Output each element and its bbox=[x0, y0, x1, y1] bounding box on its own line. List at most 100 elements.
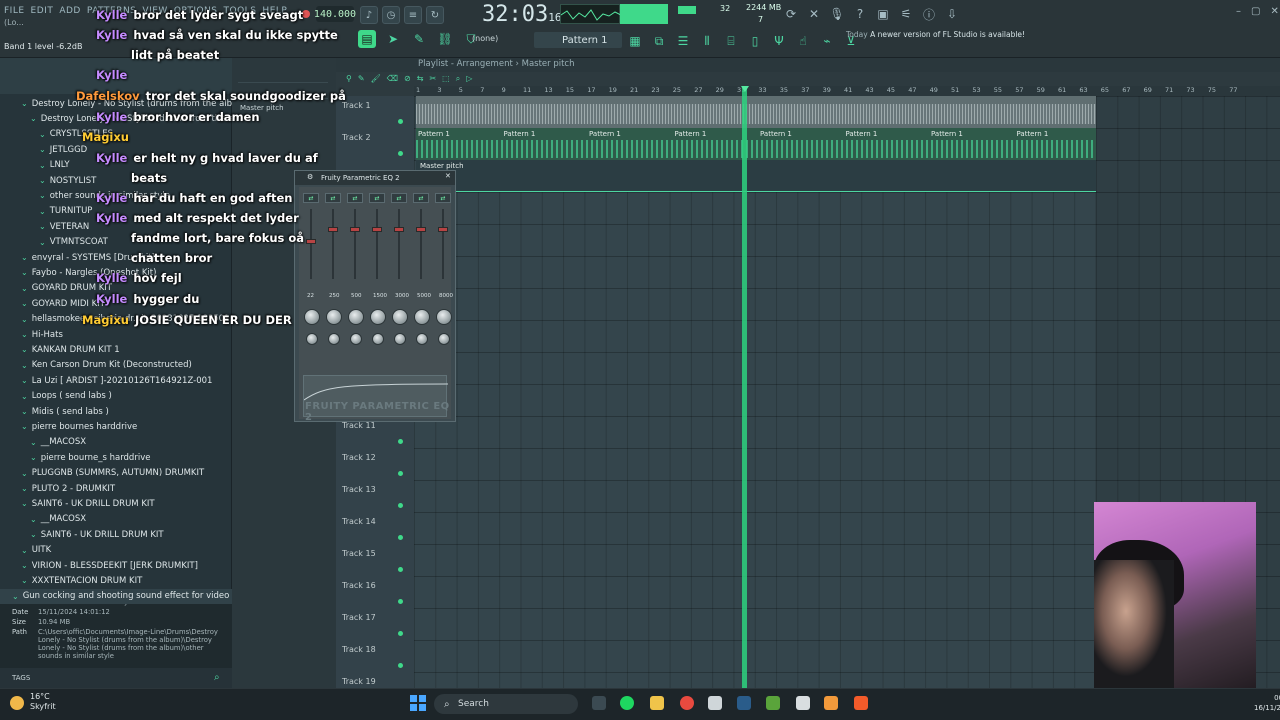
eq-frequency-knob[interactable] bbox=[370, 309, 386, 325]
xbox-icon[interactable] bbox=[708, 696, 722, 710]
eq-fader-handle[interactable] bbox=[350, 227, 360, 232]
menu-edit[interactable]: EDIT bbox=[31, 6, 54, 16]
chevron-down-icon[interactable]: ⌄ bbox=[39, 222, 46, 231]
slip-icon[interactable]: ⇆ bbox=[417, 74, 424, 84]
browser-folder[interactable]: ⌄ XXXTENTACION DRUM KIT bbox=[0, 573, 142, 588]
eq-titlebar[interactable]: ⚙ Fruity Parametric EQ 2 ✕ bbox=[295, 171, 455, 185]
delete-icon[interactable]: ⌫ bbox=[387, 74, 398, 84]
pattern-clip-label[interactable]: Pattern 1 bbox=[846, 130, 878, 138]
chevron-down-icon[interactable]: ⌄ bbox=[39, 130, 46, 139]
track-mute-led[interactable] bbox=[398, 119, 403, 124]
tags-bar[interactable]: TAGS ⌕ bbox=[0, 668, 232, 688]
chevron-down-icon[interactable]: ⌄ bbox=[21, 315, 28, 324]
track-mute-led[interactable] bbox=[398, 631, 403, 636]
track-name[interactable]: Track 14 bbox=[342, 517, 376, 526]
info-icon[interactable]: ⓘ bbox=[920, 5, 938, 23]
chevron-down-icon[interactable]: ⌄ bbox=[21, 561, 28, 570]
chevron-down-icon[interactable]: ⌄ bbox=[21, 284, 28, 293]
browser-folder[interactable]: ⌄ Gun cocking and shooting sound effect f… bbox=[0, 588, 261, 604]
wait-icon[interactable]: ◷ bbox=[382, 6, 400, 24]
clock[interactable]: 00:06 16/11/2026 bbox=[1254, 693, 1280, 713]
chat-username[interactable]: Kylle bbox=[96, 28, 127, 42]
playhead-marker[interactable] bbox=[741, 86, 749, 92]
search-icon[interactable]: ⌕ bbox=[214, 672, 220, 683]
eq-bandwidth-knob[interactable] bbox=[416, 333, 428, 345]
pattern-mode-button[interactable]: ▤ bbox=[358, 30, 376, 48]
browser-folder[interactable]: ⌄ Midis ( send labs ) bbox=[0, 404, 109, 419]
plugin-icon[interactable]: ▯ bbox=[746, 32, 764, 50]
breadcrumb-playlist[interactable]: Playlist - Arrangement bbox=[418, 59, 513, 69]
track-mute-led[interactable] bbox=[398, 535, 403, 540]
news-panel[interactable]: Today A newer version of FL Studio is av… bbox=[846, 30, 1025, 40]
fl-studio-icon[interactable] bbox=[824, 696, 838, 710]
chevron-down-icon[interactable]: ⌄ bbox=[21, 392, 28, 401]
touch-icon[interactable]: ☝ bbox=[794, 32, 812, 50]
track-name[interactable]: Track 13 bbox=[342, 485, 376, 494]
eq-band-type-button[interactable]: ⇄ bbox=[303, 193, 319, 203]
menu-file[interactable]: FILE bbox=[4, 6, 25, 16]
channel-rack-icon[interactable]: ☰ bbox=[674, 32, 692, 50]
browser-folder[interactable]: ⌄ La Uzi [ ARDIST ]-20210126T164921Z-001 bbox=[0, 373, 212, 388]
cable-icon[interactable]: ⌁ bbox=[818, 32, 836, 50]
menu-add[interactable]: ADD bbox=[59, 6, 81, 16]
maximize-icon[interactable]: ▢ bbox=[1251, 6, 1260, 17]
chevron-down-icon[interactable]: ⌄ bbox=[21, 299, 28, 308]
pencil-icon[interactable]: ✎ bbox=[410, 30, 428, 48]
eq-band-type-button[interactable]: ⇄ bbox=[369, 193, 385, 203]
chevron-down-icon[interactable]: ⌄ bbox=[21, 499, 28, 508]
paint-icon[interactable]: 🖌 bbox=[371, 74, 381, 84]
sun-icon[interactable] bbox=[10, 696, 24, 710]
chat-username[interactable]: Kylle bbox=[96, 110, 127, 124]
pattern-clip-label[interactable]: Pattern 1 bbox=[675, 130, 707, 138]
track-mute-led[interactable] bbox=[398, 663, 403, 668]
browser-folder[interactable]: ⌄ SAINT6 - UK DRILL DRUM KIT bbox=[0, 496, 155, 511]
browser-folder[interactable]: ⌄ TURNITUP bbox=[0, 204, 92, 219]
browser-folder[interactable]: ⌄ NOSTYLIST bbox=[0, 173, 96, 188]
track-mute-led[interactable] bbox=[398, 503, 403, 508]
track-mute-led[interactable] bbox=[398, 151, 403, 156]
chevron-down-icon[interactable]: ⌄ bbox=[30, 530, 37, 539]
loop-record-icon[interactable]: ↻ bbox=[426, 6, 444, 24]
eq-fader-handle[interactable] bbox=[306, 239, 316, 244]
chrome-icon[interactable] bbox=[680, 696, 694, 710]
eq-gain-fader[interactable] bbox=[354, 209, 356, 279]
slice-icon[interactable]: ✂ bbox=[429, 74, 436, 84]
eq-frequency-knob[interactable] bbox=[348, 309, 364, 325]
playback-icon[interactable]: ▷ bbox=[466, 74, 472, 84]
zoom-icon[interactable]: ⌕ bbox=[456, 74, 460, 84]
microphone-icon[interactable]: 🎙 bbox=[828, 5, 846, 23]
eq-bandwidth-knob[interactable] bbox=[372, 333, 384, 345]
eq-gain-fader[interactable] bbox=[310, 209, 312, 279]
download-icon[interactable]: ⇩ bbox=[943, 5, 961, 23]
playhead[interactable] bbox=[742, 86, 747, 688]
chevron-down-icon[interactable]: ⌄ bbox=[21, 407, 28, 416]
chat-username[interactable]: Magixu bbox=[82, 313, 129, 327]
chat-username[interactable]: Kylle bbox=[96, 211, 127, 225]
eq-bandwidth-knob[interactable] bbox=[394, 333, 406, 345]
browser-folder[interactable]: ⌄ pierre bourne_s harddrive bbox=[0, 450, 150, 465]
snap-select[interactable]: (none) bbox=[472, 34, 498, 43]
browser-folder[interactable]: ⌄ __MACOSX bbox=[0, 435, 86, 450]
pattern-clip-label[interactable]: Pattern 1 bbox=[760, 130, 792, 138]
browser-folder[interactable]: ⌄ VETERAN bbox=[0, 219, 89, 234]
chevron-down-icon[interactable]: ⌄ bbox=[39, 238, 46, 247]
track-name[interactable]: Track 2 bbox=[342, 133, 371, 142]
eq-fader-handle[interactable] bbox=[328, 227, 338, 232]
help-icon[interactable]: ? bbox=[851, 5, 869, 23]
arrow-right-icon[interactable]: ➤ bbox=[384, 30, 402, 48]
chevron-down-icon[interactable]: ⌄ bbox=[21, 345, 28, 354]
pattern-clip-label[interactable]: Pattern 1 bbox=[1017, 130, 1049, 138]
track-name[interactable]: Track 15 bbox=[342, 549, 376, 558]
countdown-icon[interactable]: ≡ bbox=[404, 6, 422, 24]
breadcrumb-current[interactable]: Master pitch bbox=[522, 59, 575, 69]
chat-username[interactable]: Magixu bbox=[82, 130, 129, 144]
pattern-clip-label[interactable]: Pattern 1 bbox=[418, 130, 450, 138]
windows-start-icon[interactable] bbox=[410, 695, 426, 711]
browser-folder[interactable]: ⌄ SAINT6 - UK DRILL DRUM KIT bbox=[0, 527, 164, 542]
pattern-clip-label[interactable]: Pattern 1 bbox=[589, 130, 621, 138]
minecraft-icon[interactable] bbox=[766, 696, 780, 710]
eq-frequency-knob[interactable] bbox=[414, 309, 430, 325]
draw-icon[interactable]: ✎ bbox=[358, 74, 365, 84]
taskbar-search[interactable]: Search bbox=[434, 694, 578, 714]
eq-bandwidth-knob[interactable] bbox=[328, 333, 340, 345]
